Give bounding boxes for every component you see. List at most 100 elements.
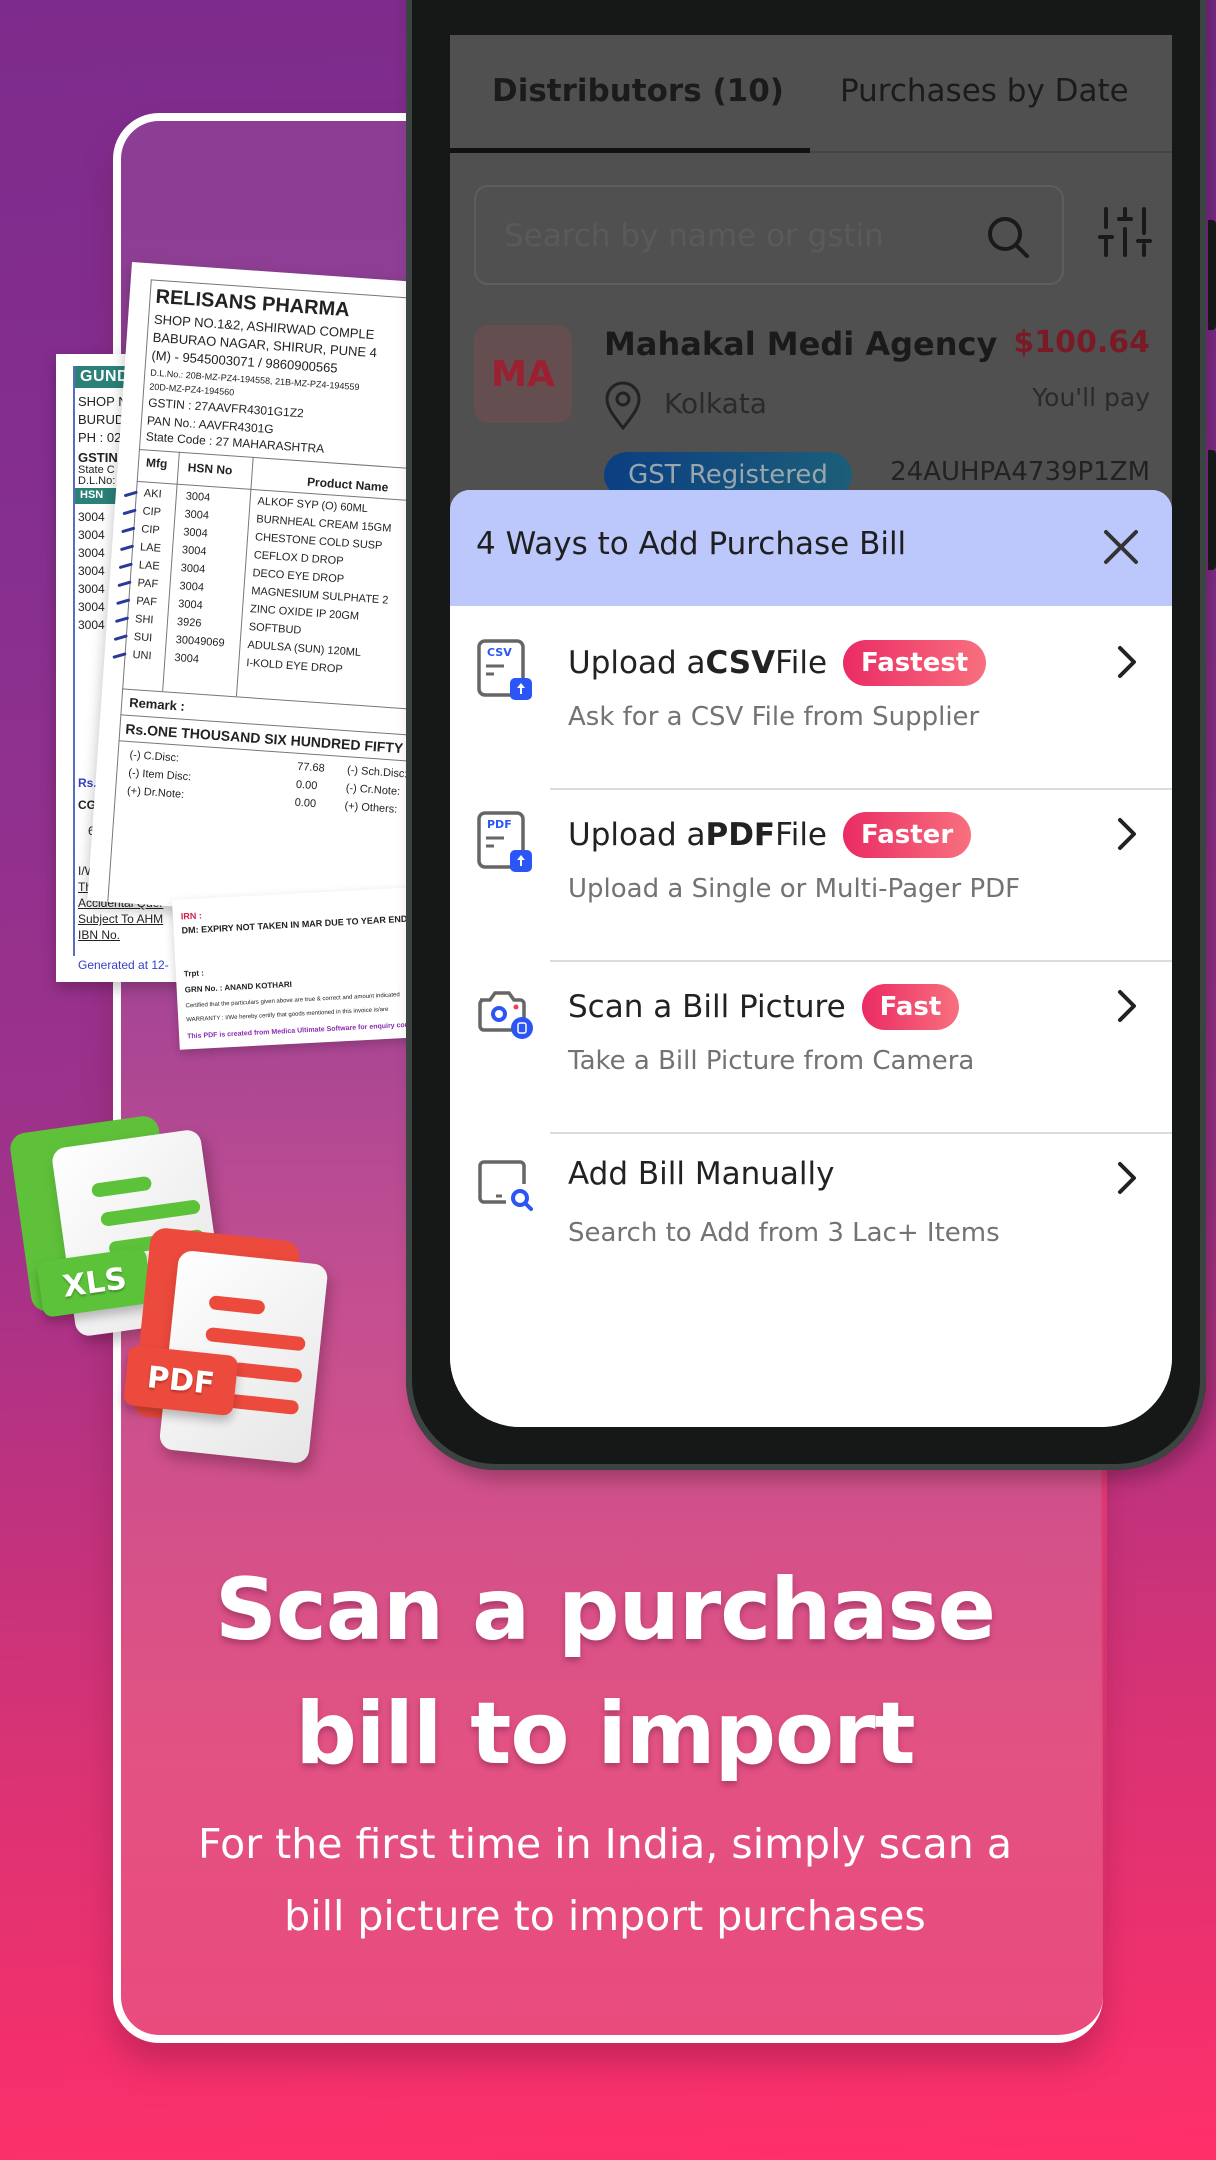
- subline-line: For the first time in India, simply scan…: [198, 1820, 1012, 1868]
- promo-subline: For the first time in India, simply scan…: [100, 1808, 1110, 1952]
- option-subtitle: Ask for a CSV File from Supplier: [568, 702, 980, 732]
- pdf-upload-icon: PDF: [477, 811, 532, 872]
- invoice-row-hsn: 3004: [184, 508, 210, 522]
- speed-badge: Fastest: [843, 640, 987, 686]
- speed-badge: Faster: [843, 812, 972, 858]
- slip-dm: DM: EXPIRY NOT TAKEN IN MAR DUE TO YEAR …: [181, 913, 408, 936]
- invoice-row-hsn: 3926: [176, 616, 202, 630]
- option-label-text: File: [775, 645, 828, 681]
- invoice-row-hsn: 3004: [174, 651, 200, 666]
- invoice-total-value: 0.00: [294, 796, 317, 811]
- slip-certified: Certified that the particulars given abo…: [185, 992, 400, 1010]
- invoice-row-hsn: 3004: [182, 526, 209, 540]
- slip-warranty: WARRANTY : I/We hereby certify that good…: [186, 1006, 389, 1024]
- chevron-right-icon: [1118, 818, 1136, 850]
- invoice-total-value: 77.68: [296, 760, 326, 775]
- phone-side-button: [1208, 450, 1216, 570]
- headline-line: Scan a purchase: [214, 1560, 996, 1660]
- phone-mockup: Distributors (10) Purchases by Date MA M…: [406, 0, 1216, 1470]
- invoice-row-hsn: 3004: [179, 580, 205, 594]
- invoice-row-hsn: 3004: [78, 546, 105, 560]
- invoice-row-hsn: 3004: [78, 564, 105, 578]
- invoice-row-mfg: LAE: [138, 559, 161, 573]
- invoice-col-mfg: Mfg: [145, 455, 168, 471]
- pdf-label: PDF: [122, 1344, 239, 1417]
- pdf-file-icon: PDF: [122, 1226, 381, 1500]
- option-subtitle: Search to Add from 3 Lac+ Items: [568, 1218, 1000, 1248]
- slip-grn: GRN No. : ANAND KOTHARI: [184, 979, 293, 995]
- option-label: Scan a Bill Picture Fast: [568, 984, 960, 1030]
- sheet-header: 4 Ways to Add Purchase Bill: [450, 490, 1172, 606]
- svg-text:CSV: CSV: [487, 646, 512, 659]
- option-label-text: File: [775, 817, 827, 853]
- invoice-generated: Generated at 12-: [78, 958, 169, 972]
- speed-badge: Fast: [861, 984, 960, 1030]
- option-label-text: Upload a: [568, 645, 706, 681]
- csv-upload-icon: CSV: [477, 639, 532, 700]
- tab-purchases-by-date[interactable]: Purchases by Date: [840, 73, 1129, 109]
- promo-headline: Scan a purchase bill to import: [100, 1548, 1110, 1796]
- sheet-title: 4 Ways to Add Purchase Bill: [476, 526, 907, 562]
- option-label-text: Add Bill Manually: [568, 1156, 835, 1192]
- option-scan-picture[interactable]: Scan a Bill Picture Fast Take a Bill Pic…: [450, 962, 1172, 1134]
- invoice-row-hsn: 3004: [78, 582, 105, 596]
- search-icon[interactable]: [984, 213, 1032, 261]
- invoice-row-hsn: 3004: [78, 600, 105, 614]
- close-button[interactable]: [1098, 524, 1144, 570]
- invoice-row-mfg: AKI: [143, 487, 162, 501]
- option-add-manually[interactable]: Add Bill Manually Search to Add from 3 L…: [450, 1134, 1172, 1306]
- invoice-row-mfg: CIP: [142, 505, 162, 519]
- search-input[interactable]: [504, 213, 964, 259]
- invoice-total-value: 0.00: [295, 778, 318, 793]
- invoice-row-mfg: PAF: [135, 595, 158, 609]
- option-subtitle: Upload a Single or Multi-Pager PDF: [568, 874, 1021, 904]
- distributor-gstin: 24AUHPA4739P1ZM: [890, 457, 1150, 487]
- slip-created: This PDF is created from Medica Ultimate…: [187, 1021, 412, 1041]
- chevron-right-icon: [1118, 646, 1136, 678]
- distributor-city: Kolkata: [664, 387, 767, 420]
- close-icon: [1104, 530, 1138, 564]
- option-label: Add Bill Manually: [568, 1156, 834, 1192]
- subline-line: bill picture to import purchases: [284, 1892, 926, 1940]
- option-subtitle: Take a Bill Picture from Camera: [568, 1046, 975, 1076]
- filter-sliders-icon[interactable]: [1098, 205, 1152, 259]
- option-label: Upload a PDF File Faster: [568, 812, 972, 858]
- invoice-row-hsn: 3004: [185, 490, 211, 505]
- invoice-row-hsn: 3004: [78, 618, 105, 632]
- invoice-row-mfg: LAE: [139, 541, 162, 555]
- tab-distributors[interactable]: Distributors (10): [492, 73, 784, 109]
- invoice-row-hsn: 3004: [78, 528, 105, 542]
- svg-text:PDF: PDF: [487, 818, 512, 831]
- invoice-declaration-line: Subject To AHM: [78, 912, 164, 926]
- camera-scan-icon: [478, 991, 533, 1039]
- option-label-bold: CSV: [705, 645, 776, 681]
- invoice-col-hsn: HSN No: [187, 460, 233, 478]
- amount-note: You'll pay: [1032, 383, 1150, 412]
- option-label-bold: PDF: [705, 817, 776, 853]
- option-upload-csv[interactable]: CSV Upload a CSV File Fastest Ask for a …: [450, 618, 1172, 790]
- manual-search-icon: [478, 1160, 533, 1211]
- invoice-gstin-label: GSTIN: [78, 450, 118, 465]
- invoice-row-mfg: SHI: [134, 613, 154, 627]
- tab-bar: Distributors (10) Purchases by Date: [450, 35, 1172, 153]
- invoice-row-mfg: UNI: [132, 649, 152, 663]
- option-label-text: Upload a: [568, 817, 706, 853]
- slip-trpt: Trpt :: [183, 968, 205, 979]
- invoice-row-hsn: 3004: [78, 510, 105, 524]
- headline-line: bill to import: [295, 1684, 915, 1784]
- distributor-name: Mahakal Medi Agency: [604, 325, 998, 363]
- add-bill-sheet: 4 Ways to Add Purchase Bill CSV Upload a…: [450, 490, 1172, 1427]
- distributor-amount: $100.64: [1013, 325, 1150, 360]
- invoice-dl-label: D.L.No:: [78, 475, 116, 487]
- phone-side-button: [1208, 220, 1216, 330]
- chevron-right-icon: [1118, 1162, 1136, 1194]
- invoice-row-mfg: PAF: [137, 577, 159, 591]
- invoice-row-hsn: 3004: [180, 562, 206, 576]
- avatar: MA: [474, 325, 572, 423]
- option-upload-pdf[interactable]: PDF Upload a PDF File Faster Upload a Si…: [450, 790, 1172, 962]
- active-tab-indicator: [450, 148, 810, 153]
- location-pin-icon: [605, 381, 641, 431]
- option-label-text: Scan a Bill Picture: [568, 989, 846, 1025]
- option-label: Upload a CSV File Fastest: [568, 640, 987, 686]
- invoice-row-hsn: 3004: [181, 544, 207, 558]
